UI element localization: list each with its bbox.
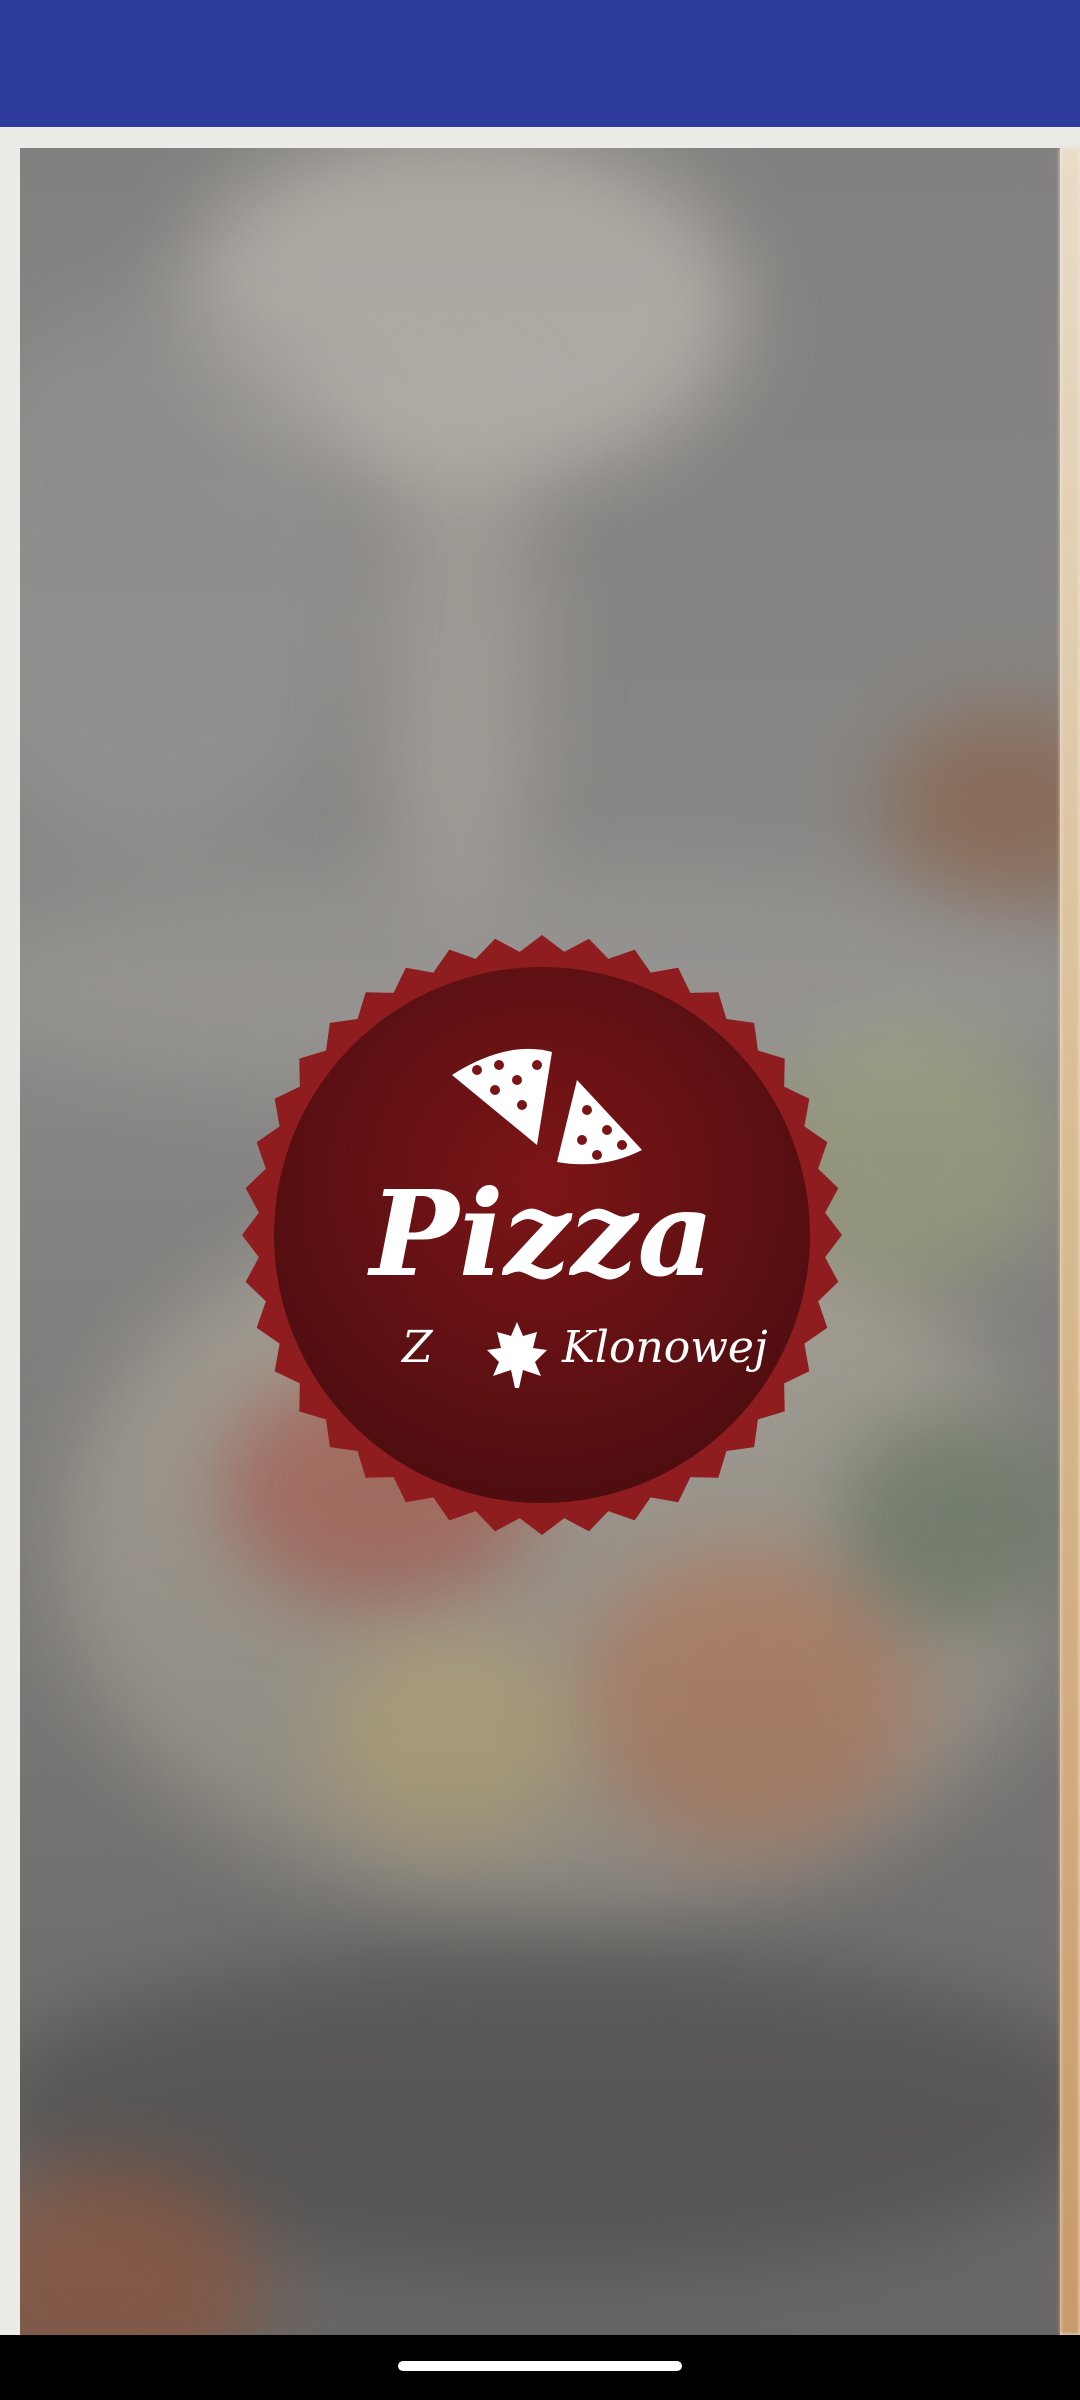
background-edge-strip [1060,148,1080,2335]
status-bar [0,0,1080,127]
pizza-z-klonowej-logo: Pizza Z Klonowej [237,930,847,1540]
logo-prefix: Z [400,1322,434,1373]
home-gesture-handle[interactable] [398,2361,682,2371]
logo-title: Pizza [367,1164,714,1303]
logo-suffix: Klonowej [561,1322,768,1373]
